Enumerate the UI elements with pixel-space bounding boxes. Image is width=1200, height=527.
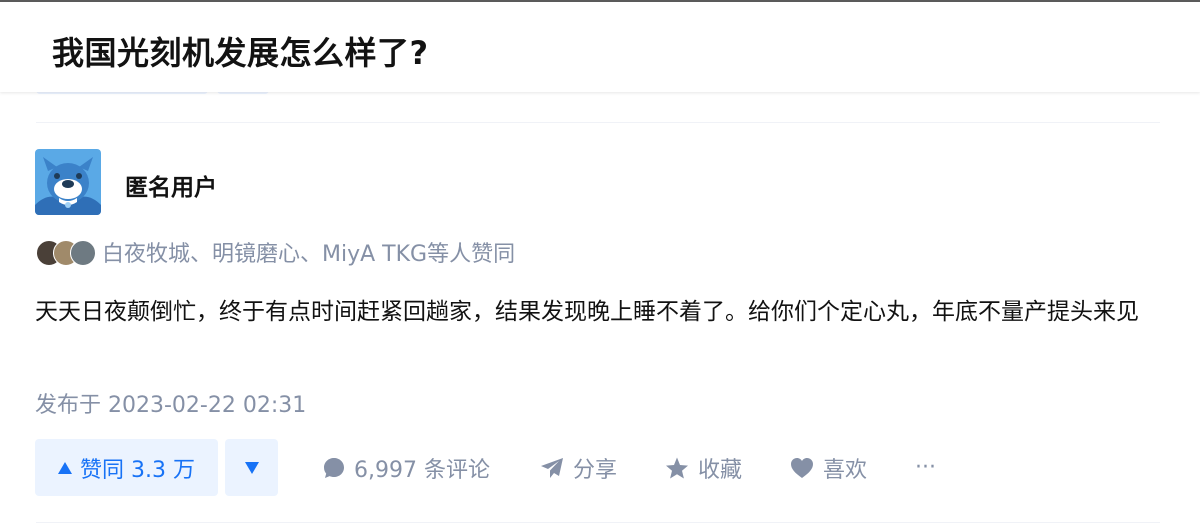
voter-avatars: [36, 239, 98, 266]
avatar[interactable]: [35, 149, 101, 215]
comment-bubble-icon: [324, 457, 344, 478]
answer-content: 天天日夜颠倒忙，终于有点时间赶紧回趟家，结果发现晚上睡不着了。给你们个定心丸，年…: [35, 299, 1139, 325]
heart-icon: [791, 457, 813, 478]
voter-avatar: [70, 240, 96, 266]
upvote-label: 赞同 3.3 万: [80, 457, 195, 483]
action-bar: 赞同 3.3 万 6,997 条评论 分享 收藏 喜欢 ···: [35, 439, 1160, 496]
more-options-button[interactable]: ···: [915, 439, 936, 496]
publish-time[interactable]: 发布于 2023-02-22 02:31: [35, 387, 306, 419]
anonymous-user-icon: [35, 149, 101, 215]
like-button[interactable]: 喜欢: [790, 439, 867, 496]
comments-button[interactable]: 6,997 条评论: [323, 439, 490, 496]
like-label: 喜欢: [823, 457, 868, 483]
favorite-button[interactable]: 收藏: [665, 439, 742, 496]
question-header: 我国光刻机发展怎么样了?: [0, 2, 1200, 92]
star-icon: [666, 457, 688, 478]
comments-label: 6,997 条评论: [354, 457, 490, 483]
voters-text: 白夜牧城、明镜磨心、MiyA TKG等人赞同: [102, 242, 516, 267]
divider: [36, 522, 1160, 523]
author-name[interactable]: 匿名用户: [125, 168, 217, 202]
share-label: 分享: [573, 457, 618, 483]
question-title[interactable]: 我国光刻机发展怎么样了?: [52, 28, 429, 74]
more-options-icon: ···: [915, 455, 936, 480]
favorite-label: 收藏: [698, 457, 743, 483]
share-button[interactable]: 分享: [540, 439, 617, 496]
downvote-button[interactable]: [225, 439, 278, 496]
divider: [36, 122, 1160, 123]
paper-plane-icon: [541, 457, 563, 478]
upvote-button[interactable]: 赞同 3.3 万: [35, 439, 218, 496]
triangle-down-icon: [244, 461, 259, 474]
triangle-up-icon: [58, 461, 72, 474]
voters-row[interactable]: 白夜牧城、明镜磨心、MiyA TKG等人赞同: [36, 238, 516, 267]
